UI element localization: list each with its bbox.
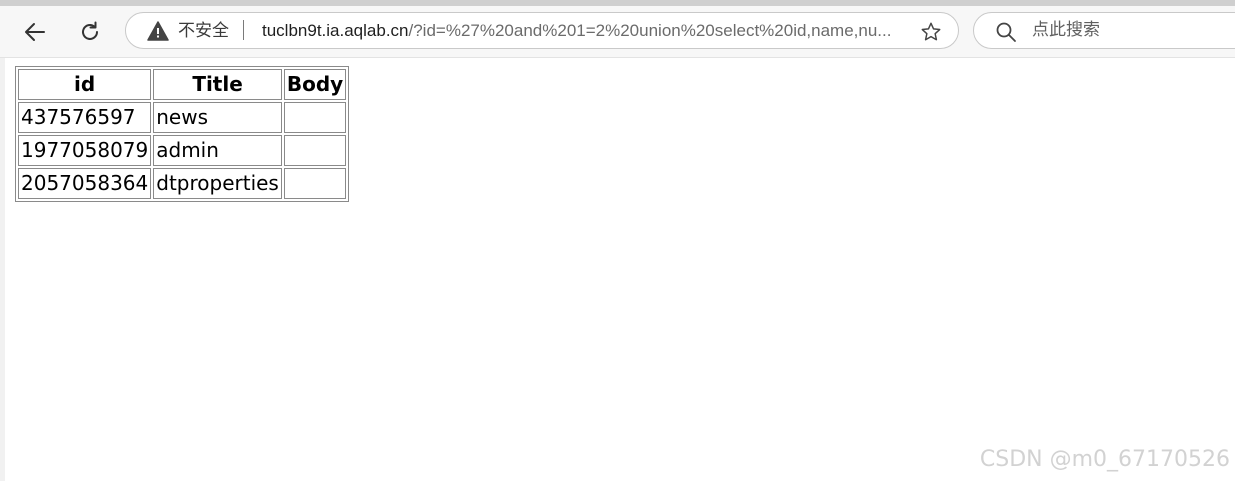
browser-toolbar: 不安全 tuclbn9t.ia.aqlab.cn/?id=%27%20and%2… [0, 6, 1235, 58]
watermark-text: CSDN @m0_67170526 [979, 447, 1230, 472]
cell-title: news [153, 102, 282, 133]
back-button[interactable] [18, 15, 52, 49]
column-header-id: id [18, 69, 152, 100]
back-arrow-icon [25, 23, 45, 41]
cell-title: dtproperties [153, 168, 282, 199]
security-label[interactable]: 不安全 [178, 20, 229, 42]
page-left-edge [0, 58, 5, 481]
search-input[interactable] [1032, 18, 1222, 42]
reload-icon [82, 21, 98, 40]
page-content: id Title Body 437576597 news 1977058079 … [15, 66, 350, 202]
search-box[interactable] [973, 12, 1235, 49]
results-table: id Title Body 437576597 news 1977058079 … [15, 66, 350, 202]
cell-id: 1977058079 [18, 135, 152, 166]
cell-body [283, 168, 347, 199]
address-divider [243, 20, 244, 40]
table-row: 2057058364 dtproperties [18, 168, 347, 199]
table-row: 437576597 news [18, 102, 347, 133]
warning-triangle-icon[interactable] [147, 21, 169, 41]
cell-id: 437576597 [18, 102, 152, 133]
url-host: tuclbn9t.ia.aqlab.cn [262, 21, 409, 40]
url-path: /?id=%27%20and%201=2%20union%20select%20… [408, 21, 892, 40]
bookmark-star-button[interactable] [918, 19, 944, 45]
search-icon [996, 22, 1016, 42]
cell-title: admin [153, 135, 282, 166]
address-bar[interactable]: 不安全 tuclbn9t.ia.aqlab.cn/?id=%27%20and%2… [125, 12, 959, 49]
star-icon [921, 22, 941, 41]
cell-body [283, 135, 347, 166]
column-header-body: Body [283, 69, 347, 100]
cell-body [283, 102, 347, 133]
url-text[interactable]: tuclbn9t.ia.aqlab.cn/?id=%27%20and%201=2… [262, 20, 902, 42]
table-header-row: id Title Body [18, 69, 347, 100]
column-header-title: Title [153, 69, 282, 100]
reload-button[interactable] [73, 15, 107, 49]
cell-id: 2057058364 [18, 168, 152, 199]
table-row: 1977058079 admin [18, 135, 347, 166]
